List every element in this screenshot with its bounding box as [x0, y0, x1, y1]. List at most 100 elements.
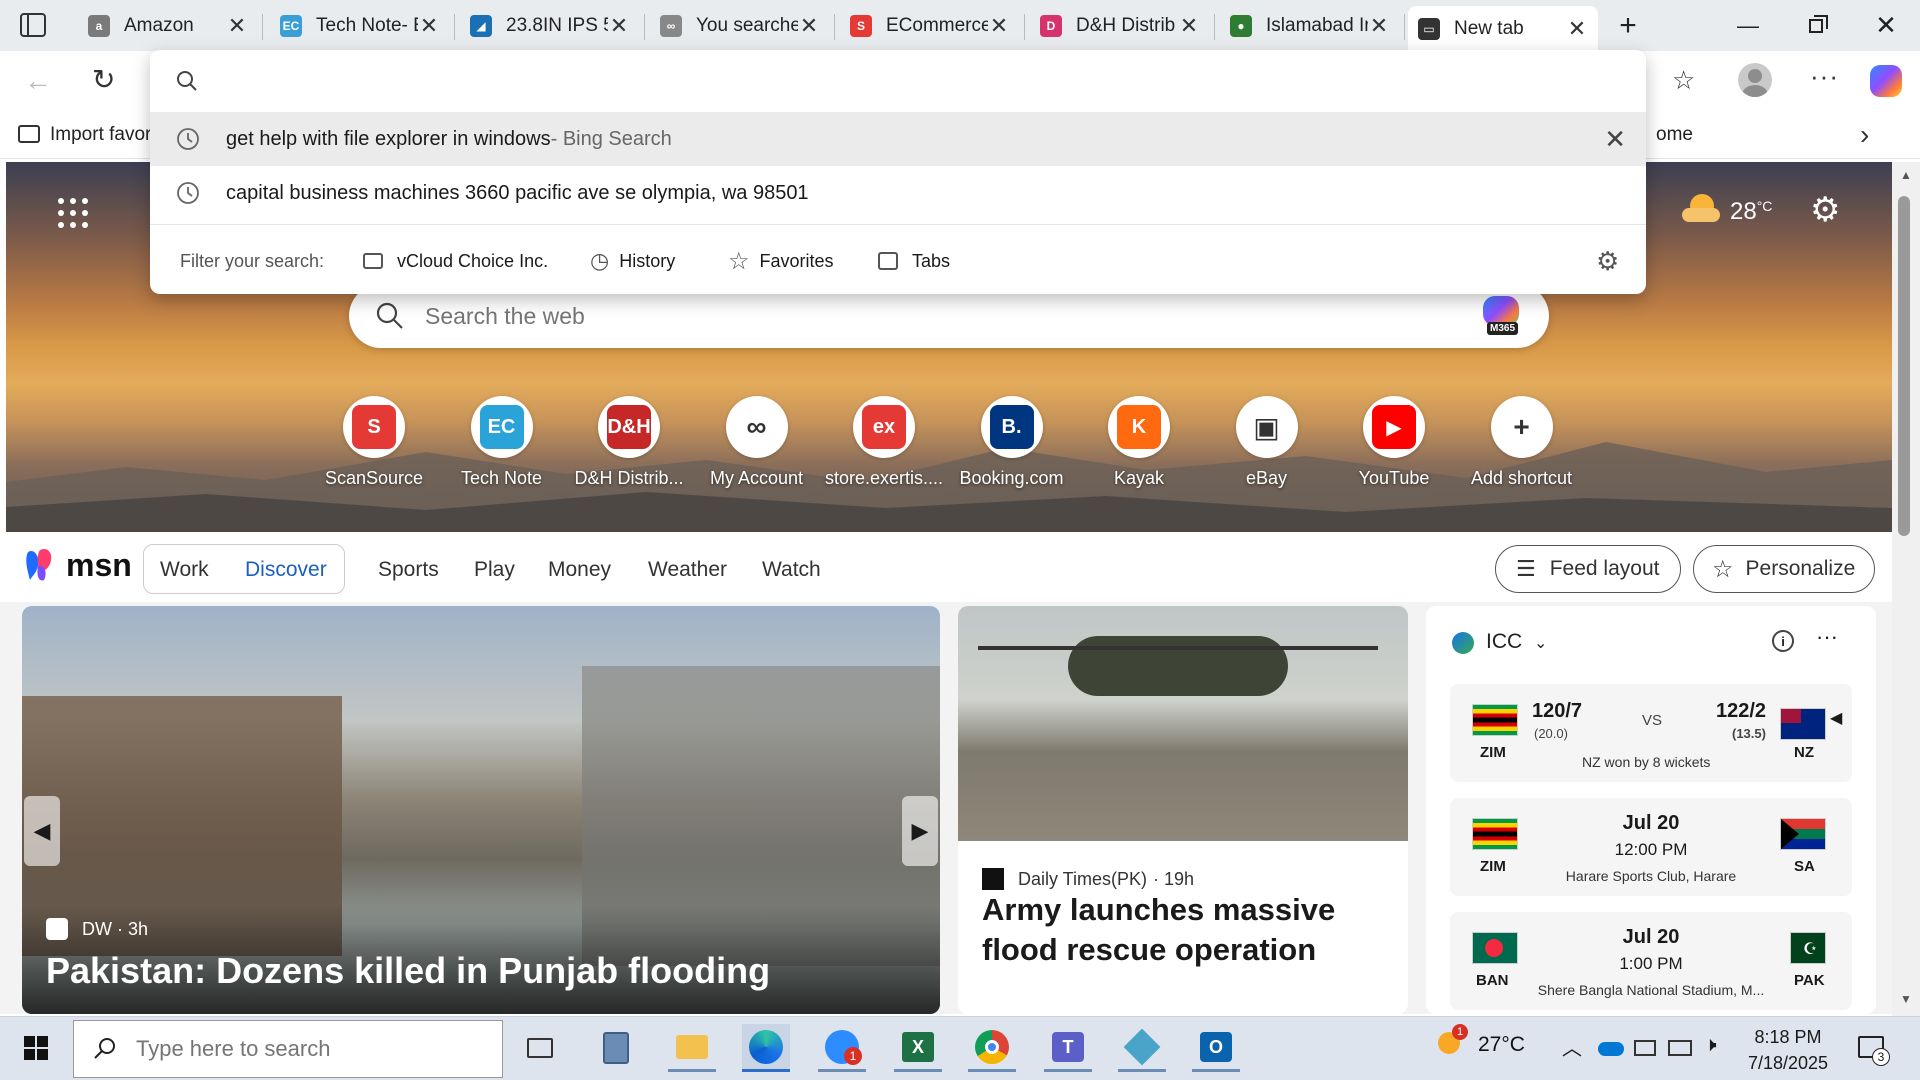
notification-center-icon[interactable]: 3 — [1858, 1036, 1890, 1066]
show-hidden-icons-chevron-icon[interactable]: ︿ — [1562, 1032, 1582, 1061]
close-window-button[interactable]: ✕ — [1858, 0, 1914, 51]
page-scrollbar[interactable]: ▲ ▼ — [1892, 162, 1920, 1016]
tab-close-icon[interactable]: ✕ — [608, 13, 630, 39]
shortcut-2[interactable]: D&H D&H Distrib... — [565, 396, 693, 489]
tab-actions-icon[interactable] — [20, 13, 46, 37]
weather-temp[interactable]: 28°C — [1730, 198, 1772, 226]
web-search-input[interactable] — [425, 302, 1465, 330]
import-favorites-link[interactable]: Import favor — [50, 124, 151, 146]
filter-history[interactable]: ◷ History — [590, 246, 675, 276]
tab-5[interactable]: D D&H Distrib ✕ — [1030, 6, 1210, 46]
more-menu-icon[interactable]: ··· — [1810, 61, 1839, 92]
msn-logo[interactable]: msn — [24, 546, 132, 584]
personalize-button[interactable]: ☆ Personalize — [1693, 545, 1875, 593]
add-tab-button[interactable]: + — [1600, 0, 1656, 51]
refresh-button[interactable]: ↻ — [92, 63, 115, 96]
card-more-icon[interactable]: ··· — [1816, 624, 1838, 650]
remove-suggestion-close-icon[interactable]: ✕ — [1604, 124, 1626, 155]
weather-sun-icon[interactable] — [1682, 194, 1720, 224]
tab-3[interactable]: ∞ You searched✕ — [650, 6, 830, 46]
favbar-chevron-right-icon[interactable]: › — [1860, 119, 1869, 151]
nav-money[interactable]: Money — [548, 558, 611, 582]
tab-close-icon[interactable]: ✕ — [226, 13, 248, 39]
favorites-star-icon[interactable]: ☆ — [1672, 65, 1695, 96]
shortcut-1[interactable]: EC Tech Note — [438, 396, 566, 489]
tab-close-icon[interactable]: ✕ — [418, 13, 440, 39]
main-story-card[interactable]: ◀ ▶ DW · 3h Pakistan: Dozens killed in P… — [22, 606, 940, 1014]
volume-icon[interactable]: 🕨 — [1704, 1034, 1717, 1057]
back-button[interactable]: ← — [24, 65, 52, 97]
outlook-icon[interactable]: O — [1192, 1024, 1240, 1072]
windows-start-icon[interactable] — [12, 1024, 60, 1072]
excel-icon[interactable]: X — [894, 1024, 942, 1072]
app-diamond-icon[interactable] — [1118, 1024, 1166, 1072]
zoom-app-icon[interactable]: 1 — [818, 1024, 866, 1072]
shortcut-8[interactable]: ▶ YouTube — [1330, 396, 1458, 489]
taskbar-search-box[interactable] — [73, 1020, 503, 1078]
shortcut-4[interactable]: ex store.exertis.... — [820, 396, 948, 489]
tab-close-icon[interactable]: ✕ — [1368, 13, 1390, 39]
feed-layout-button[interactable]: ☰ Feed layout — [1495, 545, 1681, 593]
suggestion-row-1[interactable]: capital business machines 3660 pacific a… — [150, 166, 1646, 220]
info-icon[interactable]: i — [1772, 630, 1794, 652]
nav-watch[interactable]: Watch — [762, 558, 821, 582]
shortcut-3[interactable]: ∞ My Account — [693, 396, 821, 489]
cricket-league-selector[interactable]: ICC ⌄ — [1486, 630, 1547, 654]
tab-7[interactable]: ▭ New tab ✕ — [1408, 6, 1598, 51]
suggestion-row-0[interactable]: get help with file explorer in windows -… — [150, 112, 1646, 166]
onedrive-icon[interactable] — [1598, 1042, 1624, 1056]
favorites-item-partial[interactable]: ome — [1656, 124, 1693, 146]
taskbar-search-input[interactable] — [136, 1036, 496, 1062]
shortcut-5[interactable]: B. Booking.com — [948, 396, 1076, 489]
task-view-icon[interactable] — [516, 1024, 564, 1072]
scrollbar-thumb[interactable] — [1898, 196, 1910, 536]
match-row[interactable]: ZIM Jul 20 12:00 PM Harare Sports Club, … — [1450, 798, 1852, 896]
story-title[interactable]: Pakistan: Dozens killed in Punjab floodi… — [46, 950, 770, 992]
scroll-up-icon[interactable]: ▲ — [1900, 168, 1912, 182]
nav-sports[interactable]: Sports — [378, 558, 439, 582]
tab-2[interactable]: ◢ 23.8IN IPS 5I ✕ — [460, 6, 640, 46]
tab-4[interactable]: S ECommerce ✕ — [840, 6, 1020, 46]
filter-favorites[interactable]: ☆ Favorites — [728, 246, 834, 276]
clock[interactable]: 8:18 PM 7/18/2025 — [1740, 1024, 1836, 1076]
filter-workspace[interactable]: vCloud Choice Inc. — [363, 246, 548, 276]
address-input-row[interactable] — [150, 54, 1646, 108]
page-settings-gear-icon[interactable]: ⚙ — [1810, 190, 1840, 230]
tab-0[interactable]: a Amazon ✕ — [78, 6, 258, 46]
tab-1[interactable]: EC Tech Note- E ✕ — [270, 6, 450, 46]
chrome-icon[interactable] — [968, 1024, 1016, 1072]
scroll-down-icon[interactable]: ▼ — [1900, 992, 1912, 1006]
minimize-button[interactable]: — — [1720, 0, 1776, 51]
tab-close-icon[interactable]: ✕ — [1178, 13, 1200, 39]
story-title[interactable]: Army launches massive flood rescue opera… — [982, 890, 1402, 970]
tab-close-icon[interactable]: ✕ — [988, 13, 1010, 39]
search-settings-gear-icon[interactable]: ⚙ — [1596, 246, 1619, 277]
carousel-prev-button[interactable]: ◀ — [24, 796, 60, 866]
tab-close-icon[interactable]: ✕ — [1566, 16, 1588, 42]
tab-6[interactable]: ● Islamabad Ir ✕ — [1220, 6, 1400, 46]
second-story-card[interactable]: Daily Times(PK) · 19h Army launches mass… — [958, 606, 1408, 1014]
maximize-button[interactable] — [1788, 0, 1844, 51]
profile-avatar[interactable] — [1738, 63, 1772, 97]
edge-browser-icon[interactable] — [742, 1024, 790, 1072]
network-icon[interactable] — [1668, 1040, 1692, 1056]
taskbar-weather-widget[interactable]: 1 27°C — [1432, 1024, 1525, 1060]
filter-tabs[interactable]: Tabs — [878, 246, 950, 276]
nav-weather[interactable]: Weather — [648, 558, 727, 582]
nav-discover[interactable]: Discover — [245, 558, 327, 582]
shortcut-9[interactable]: + Add shortcut — [1458, 396, 1586, 489]
apps-grid-icon[interactable] — [58, 198, 88, 228]
m365-copilot-icon[interactable]: M365 — [1479, 296, 1523, 336]
shortcut-6[interactable]: K Kayak — [1075, 396, 1203, 489]
match-row[interactable]: ZIM 120/7 (20.0) VS 122/2 (13.5) ◀ NZ NZ… — [1450, 684, 1852, 782]
file-explorer-icon[interactable] — [668, 1024, 716, 1072]
tab-close-icon[interactable]: ✕ — [798, 13, 820, 39]
carousel-next-button[interactable]: ▶ — [902, 796, 938, 866]
match-row[interactable]: BAN Jul 20 1:00 PM Shere Bangla National… — [1450, 912, 1852, 1010]
shortcut-7[interactable]: ▣ eBay — [1203, 396, 1331, 489]
nav-work[interactable]: Work — [160, 558, 209, 582]
calculator-icon[interactable] — [592, 1024, 640, 1072]
nav-play[interactable]: Play — [474, 558, 515, 582]
teams-icon[interactable]: T — [1044, 1024, 1092, 1072]
battery-icon[interactable] — [1634, 1040, 1656, 1056]
